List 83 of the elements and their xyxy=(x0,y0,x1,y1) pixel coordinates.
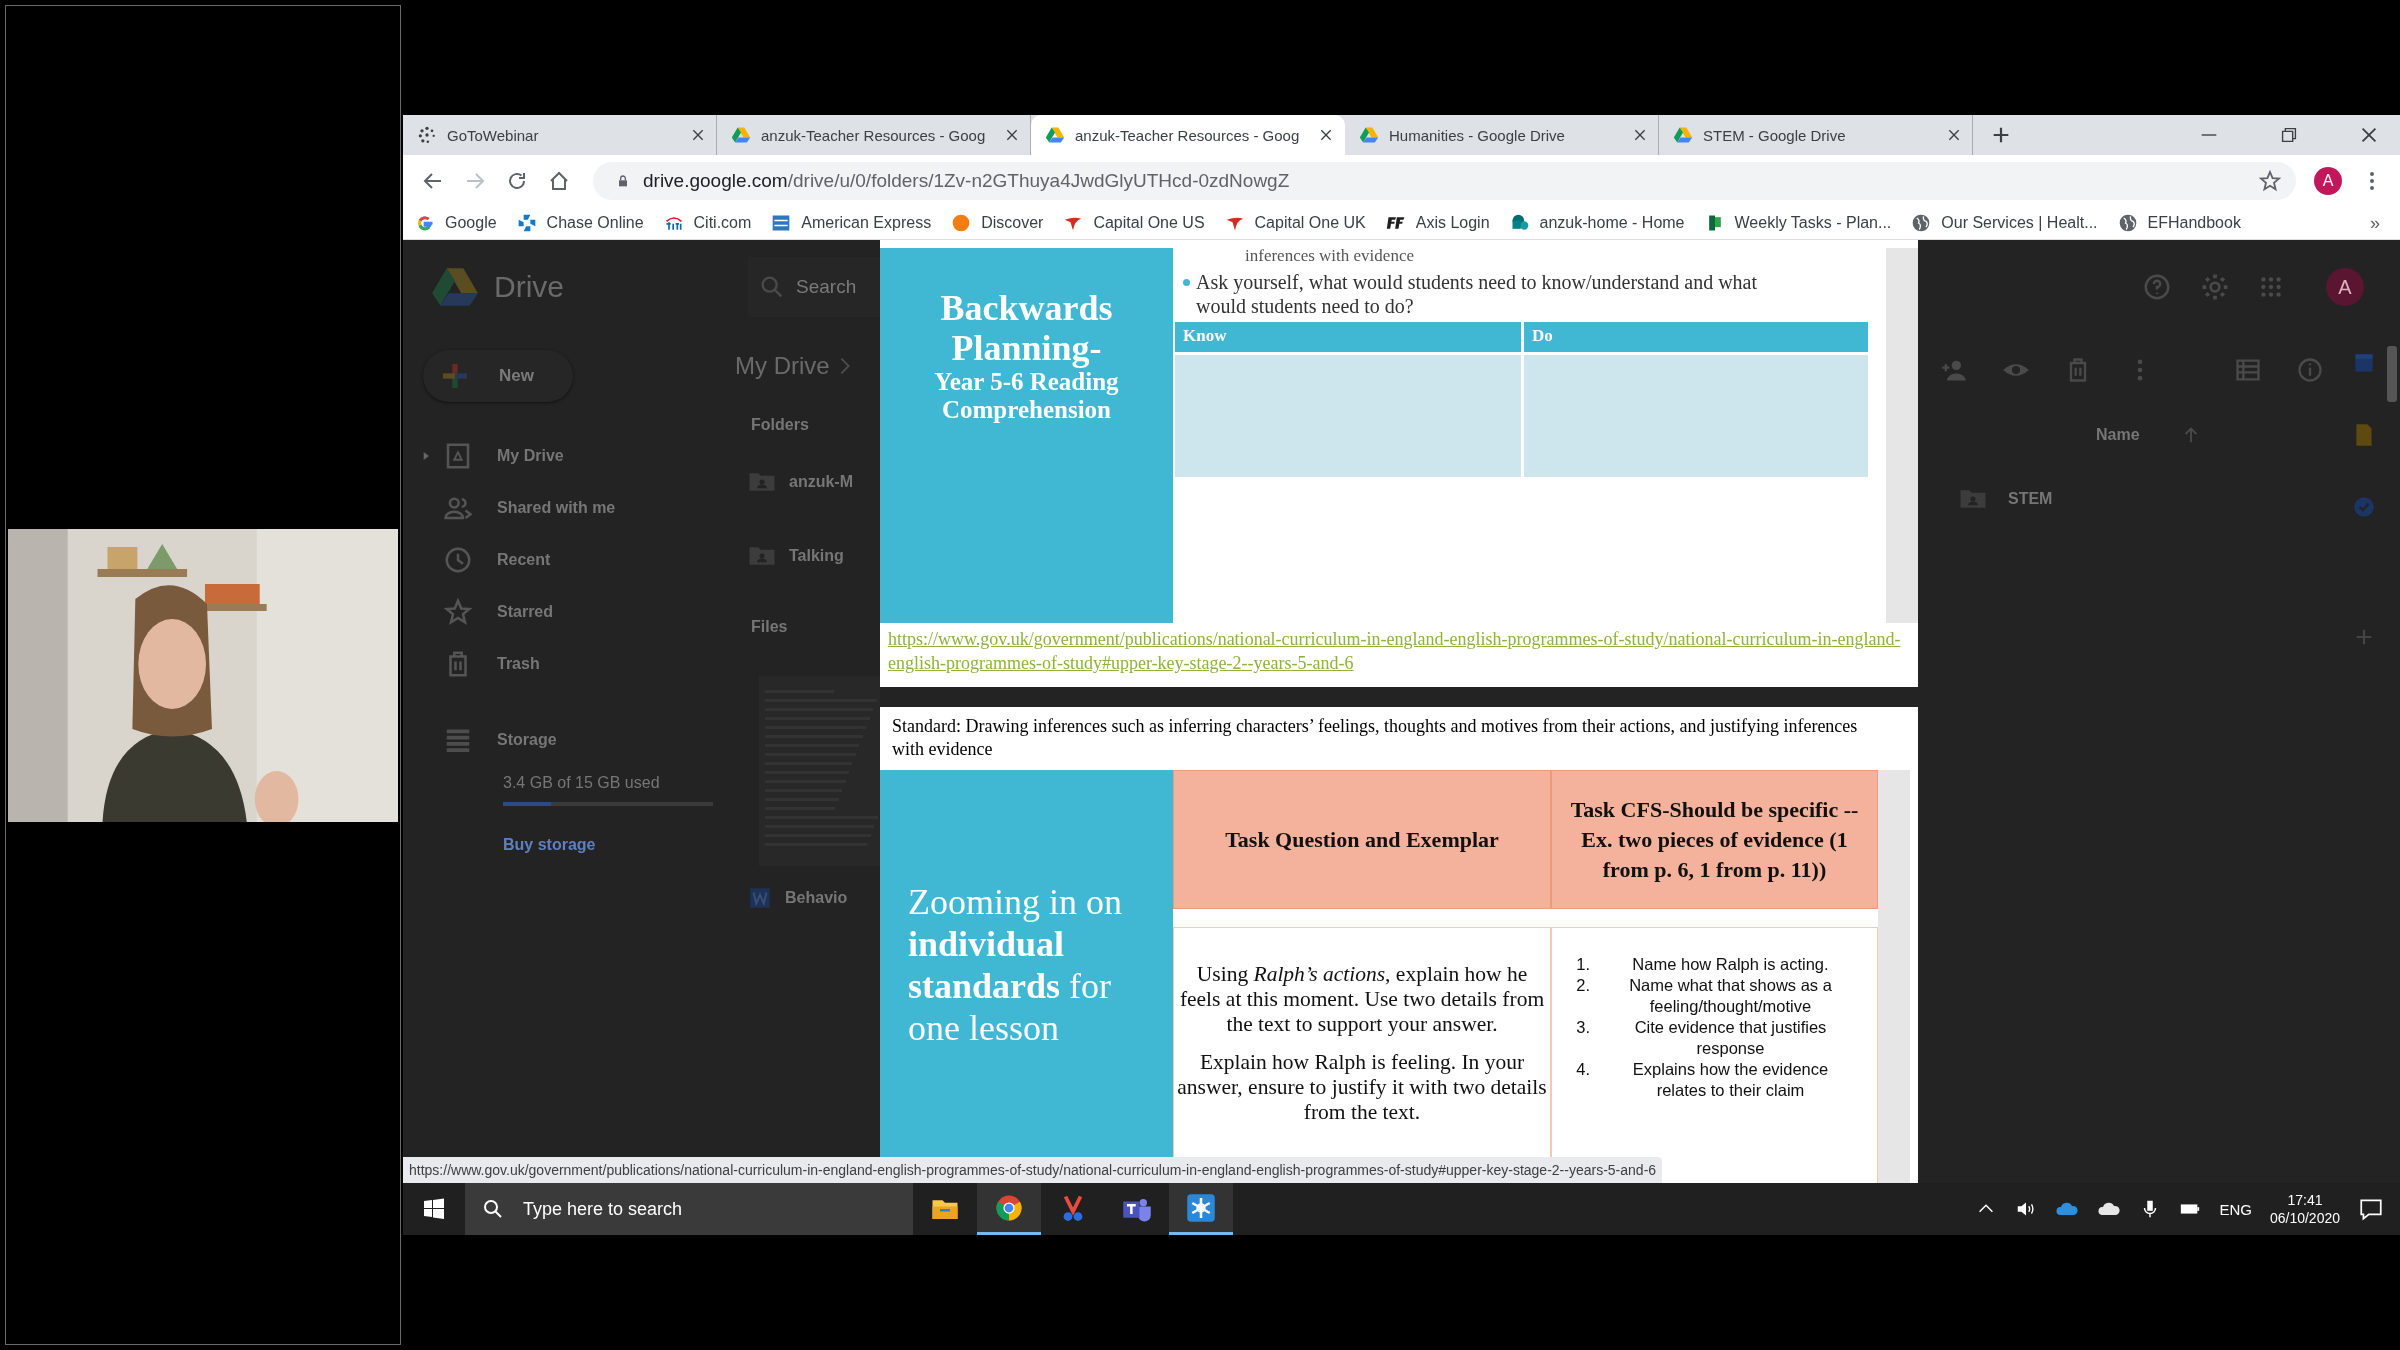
section-heading: Files xyxy=(751,618,788,636)
buy-storage-link[interactable]: Buy storage xyxy=(503,836,721,854)
list-text: Cite evidence that justifies response xyxy=(1633,1017,1828,1059)
paragraph: Explain how Ralph is feeling. In your answer, ensure to justify it with two details from the text. xyxy=(1176,1050,1548,1125)
close-icon[interactable] xyxy=(1004,127,1020,143)
document-icon xyxy=(747,885,773,911)
snowflake-icon xyxy=(1186,1192,1216,1223)
bookmark[interactable]: Weekly Tasks - Plan... xyxy=(1704,213,1892,233)
clock-icon xyxy=(443,545,473,575)
link-preview: https://www.gov.uk/government/publications/national-curriculum-in-england-english-programmes-of-study/national-curriculum-in-england-english-programmes-of-study#upper-key-stage-2--years-5-and-6 xyxy=(403,1157,1663,1183)
storage-usage: 3.4 GB of 15 GB used xyxy=(503,774,661,792)
slide-title: Zooming in on individual standards for one lesson xyxy=(908,881,1123,1049)
file-thumbnail[interactable] xyxy=(759,676,880,866)
tab-title: anzuk-Teacher Resources - Goog xyxy=(1075,126,1301,144)
more-bookmarks-button[interactable]: » xyxy=(2370,212,2380,234)
close-icon[interactable] xyxy=(1632,127,1648,143)
slide-title: Backwards Planning- xyxy=(939,288,1114,368)
list-text: Name how Ralph is acting. xyxy=(1631,954,1830,975)
clock[interactable]: 17:41 06/10/2020 xyxy=(2269,1191,2340,1227)
bullet-text: Ask yourself, what would students need to know/understand and what would students need to do? xyxy=(1196,270,1758,318)
drive-logo-icon xyxy=(731,125,751,145)
windows-icon[interactable] xyxy=(422,1197,446,1221)
tab-title: STEM - Google Drive xyxy=(1703,126,1847,144)
standard-text: Standard: Drawing inferences such as inferring characters’ feelings, thoughts and motives from their actions, and justifying inferences with evidence xyxy=(891,715,1859,761)
url-text: drive.google.com/drive/u/0/folders/1Zv-n2GThuya4JwdGlyUTHcd-0zdNowgZ xyxy=(643,170,1290,192)
slide-subtitle: Year 5-6 Reading Comprehension xyxy=(933,368,1120,424)
table-header-cell: Task CFS-Should be specific --Ex. two pieces of evidence (1 from p. 6, 1 from p. 11)) xyxy=(1551,770,1878,909)
section-heading: Folders xyxy=(751,416,809,434)
browser-tab[interactable]: anzuk-Teacher Resources - Goog xyxy=(1031,115,1345,155)
drive-logo-icon xyxy=(1673,125,1693,145)
table-header-cell: Do xyxy=(1524,322,1868,352)
list-number: 4. xyxy=(1575,1059,1590,1080)
taskbar-app[interactable] xyxy=(977,1183,1041,1235)
tab-title: anzuk-Teacher Resources - Goog xyxy=(761,126,987,144)
address-bar[interactable]: drive.google.com/drive/u/0/folders/1Zv-n2GThuya4JwdGlyUTHcd-0zdNowgZ xyxy=(593,162,2296,200)
globe-icon xyxy=(2117,213,2138,233)
scrollbar-thumb[interactable] xyxy=(2387,346,2397,402)
bookmark[interactable]: Our Services | Healt... xyxy=(1911,213,2098,233)
google-logo-icon xyxy=(415,213,435,233)
list-number: 2. xyxy=(1575,975,1590,996)
taskbar-app[interactable] xyxy=(1169,1183,1233,1235)
notification-icon[interactable] xyxy=(2358,1196,2384,1222)
close-icon[interactable] xyxy=(1318,127,1334,143)
bookmark[interactable]: Discover xyxy=(951,213,1044,233)
check-circle-icon[interactable] xyxy=(2351,494,2377,520)
bookmark[interactable]: American Express xyxy=(771,213,932,233)
bullet-icon xyxy=(1183,279,1190,286)
card-logo-icon xyxy=(771,213,792,233)
bookmark[interactable]: Capital One US xyxy=(1063,213,1205,233)
bookmark-star-icon[interactable] xyxy=(2258,169,2282,193)
star-icon xyxy=(443,597,473,627)
list-text: Name what that shows as a feeling/thought/motive xyxy=(1628,975,1833,1017)
bookmark[interactable]: anzuk-home - Home xyxy=(1509,213,1685,233)
table-header-cell: Know xyxy=(1175,322,1521,352)
close-icon[interactable] xyxy=(1946,127,1962,143)
dotted-circle-icon xyxy=(417,125,437,145)
tab-title: Humanities - Google Drive xyxy=(1389,126,1566,144)
paragraph: Using Ralph’s actions, explain how he feels at this moment. Use two details from the text to support your answer. xyxy=(1178,962,1546,1037)
profile-avatar[interactable]: A xyxy=(2314,167,2342,195)
list-number: 1. xyxy=(1575,954,1590,975)
bookmark[interactable]: EFHandbook xyxy=(2117,213,2241,233)
drive-logo-icon xyxy=(1359,125,1379,145)
drive-logo-icon xyxy=(1045,125,1065,145)
bookmark[interactable]: Chase Online xyxy=(516,213,644,233)
bookmark[interactable]: Capital One UK xyxy=(1224,213,1366,233)
circles-logo-icon xyxy=(1509,213,1530,233)
account-avatar[interactable]: A xyxy=(2326,268,2364,306)
list-number: 3. xyxy=(1575,1017,1590,1038)
tab-title: GoToWebinar xyxy=(447,126,540,144)
language-indicator[interactable]: ENG xyxy=(2219,1200,2252,1218)
body-text: inferences with evidence xyxy=(1244,248,1415,264)
product-name: Drive xyxy=(494,270,565,304)
globe-icon xyxy=(1911,213,1932,233)
bookmark[interactable]: Citi.com xyxy=(663,213,752,233)
list-text: Explains how the evidence relates to their claim xyxy=(1631,1059,1830,1101)
circle-logo-icon xyxy=(951,213,972,233)
new-button[interactable]: New xyxy=(423,350,573,402)
bookmark[interactable]: Axis Login xyxy=(1385,213,1490,233)
bookmark[interactable]: Google xyxy=(415,213,497,233)
search-field[interactable]: Type here to search xyxy=(465,1183,913,1235)
table-header-cell: Task Question and Exemplar xyxy=(1173,770,1551,909)
octagon-logo-icon xyxy=(516,213,537,233)
close-icon[interactable] xyxy=(690,127,706,143)
